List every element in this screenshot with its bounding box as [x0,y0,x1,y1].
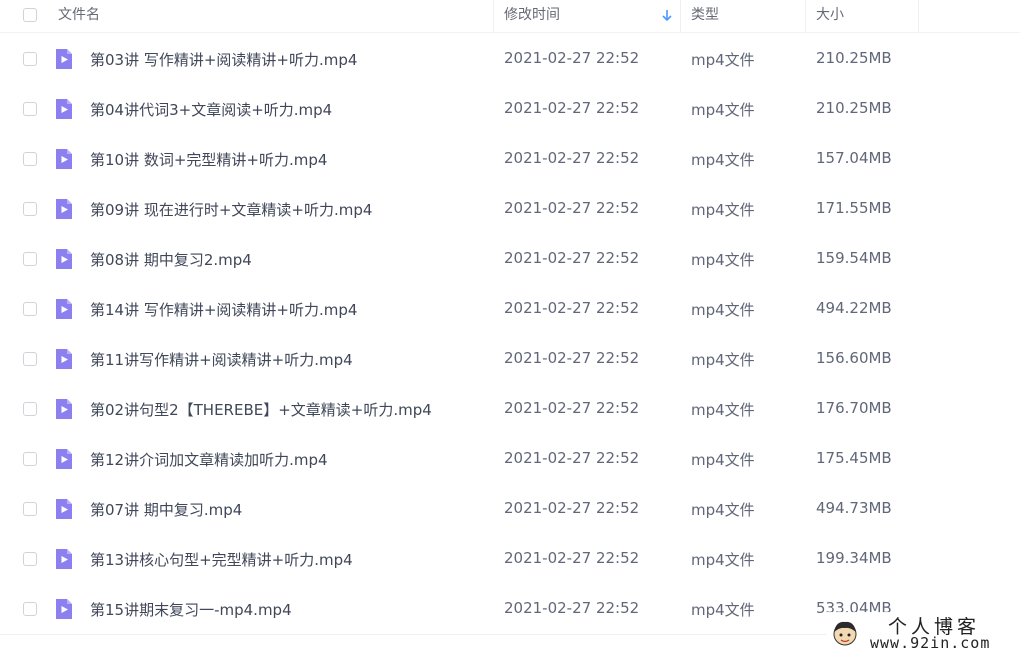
file-name-link[interactable]: 第14讲 写作精讲+阅读精讲+听力.mp4 [90,299,357,320]
video-file-icon [56,349,72,369]
video-file-icon [56,49,72,69]
table-row[interactable]: 第03讲 写作精讲+阅读精讲+听力.mp4 2021-02-27 22:52 mp4… [0,34,1020,84]
file-type: mp4文件 [691,151,755,169]
row-checkbox[interactable] [23,452,37,466]
modified-time: 2021-02-27 22:52 [504,49,640,67]
file-size: 494.73MB [816,499,892,517]
video-file-icon [56,299,72,319]
video-file-icon [56,199,72,219]
table-row[interactable]: 第02讲句型2【THEREBE】+文章精读+听力.mp4 2021-02-27 2… [0,384,1020,434]
file-name-link[interactable]: 第04讲代词3+文章阅读+听力.mp4 [90,99,332,120]
column-divider[interactable] [805,0,806,32]
file-type: mp4文件 [691,301,755,319]
modified-time: 2021-02-27 22:52 [504,549,640,567]
table-row[interactable]: 第12讲介词加文章精读加听力.mp4 2021-02-27 22:52 mp4文件 1… [0,434,1020,484]
modified-time: 2021-02-27 22:52 [504,599,640,617]
file-type: mp4文件 [691,601,755,619]
modified-time: 2021-02-27 22:52 [504,99,640,117]
file-name-link[interactable]: 第13讲核心句型+完型精讲+听力.mp4 [90,549,353,570]
file-type: mp4文件 [691,551,755,569]
file-size: 210.25MB [816,99,892,117]
video-file-icon [56,449,72,469]
table-row[interactable]: 第04讲代词3+文章阅读+听力.mp4 2021-02-27 22:52 mp4文件… [0,84,1020,134]
file-size: 199.34MB [816,549,892,567]
file-size: 494.22MB [816,299,892,317]
file-type: mp4文件 [691,351,755,369]
file-size: 175.45MB [816,449,892,467]
modified-time: 2021-02-27 22:52 [504,449,640,467]
table-row[interactable]: 第08讲 期中复习2.mp4 2021-02-27 22:52 mp4文件 159.5… [0,234,1020,284]
file-name-link[interactable]: 第09讲 现在进行时+文章精读+听力.mp4 [90,199,372,220]
column-divider[interactable] [680,0,681,32]
column-header-size[interactable]: 大小 [816,0,844,33]
row-checkbox[interactable] [23,302,37,316]
video-file-icon [56,599,72,619]
video-file-icon [56,149,72,169]
file-name-link[interactable]: 第15讲期末复习一-mp4.mp4 [90,599,292,620]
column-divider[interactable] [493,0,494,32]
file-size: 210.25MB [816,49,892,67]
file-type: mp4文件 [691,201,755,219]
column-header-modified[interactable]: 修改时间 [504,0,560,33]
modified-time: 2021-02-27 22:52 [504,499,640,517]
row-checkbox[interactable] [23,552,37,566]
select-all-checkbox[interactable] [23,8,37,22]
file-name-link[interactable]: 第11讲写作精讲+阅读精讲+听力.mp4 [90,349,353,370]
file-type: mp4文件 [691,51,755,69]
modified-time: 2021-02-27 22:52 [504,399,640,417]
watermark-url: www.92in.com [870,634,991,652]
cartoon-avatar-icon [833,621,857,646]
video-file-icon [56,99,72,119]
file-type: mp4文件 [691,501,755,519]
table-row[interactable]: 第10讲 数词+完型精讲+听力.mp4 2021-02-27 22:52 mp4文件… [0,134,1020,184]
modified-time: 2021-02-27 22:52 [504,149,640,167]
file-name-link[interactable]: 第07讲 期中复习.mp4 [90,499,242,520]
video-file-icon [56,249,72,269]
watermark: 个人博客 www.92in.com [826,612,1020,654]
file-size: 156.60MB [816,349,892,367]
table-row[interactable]: 第13讲核心句型+完型精讲+听力.mp4 2021-02-27 22:52 mp4文… [0,534,1020,584]
file-size: 171.55MB [816,199,892,217]
modified-time: 2021-02-27 22:52 [504,299,640,317]
row-checkbox[interactable] [23,152,37,166]
file-size: 176.70MB [816,399,892,417]
modified-time: 2021-02-27 22:52 [504,199,640,217]
file-name-link[interactable]: 第08讲 期中复习2.mp4 [90,249,252,270]
modified-time: 2021-02-27 22:52 [504,349,640,367]
header-divider [0,32,1020,33]
file-list-header: 文件名 修改时间 类型 大小 [0,0,1020,33]
row-checkbox[interactable] [23,102,37,116]
file-name-link[interactable]: 第10讲 数词+完型精讲+听力.mp4 [90,149,327,170]
video-file-icon [56,399,72,419]
table-row[interactable]: 第14讲 写作精讲+阅读精讲+听力.mp4 2021-02-27 22:52 mp4… [0,284,1020,334]
file-type: mp4文件 [691,401,755,419]
row-checkbox[interactable] [23,252,37,266]
file-name-link[interactable]: 第03讲 写作精讲+阅读精讲+听力.mp4 [90,49,357,70]
file-name-link[interactable]: 第02讲句型2【THEREBE】+文章精读+听力.mp4 [90,399,432,420]
file-name-link[interactable]: 第12讲介词加文章精读加听力.mp4 [90,449,328,470]
modified-time: 2021-02-27 22:52 [504,249,640,267]
column-divider[interactable] [918,0,919,32]
row-checkbox[interactable] [23,502,37,516]
video-file-icon [56,499,72,519]
table-row[interactable]: 第07讲 期中复习.mp4 2021-02-27 22:52 mp4文件 494.73… [0,484,1020,534]
table-row[interactable]: 第11讲写作精讲+阅读精讲+听力.mp4 2021-02-27 22:52 mp4文… [0,334,1020,384]
file-type: mp4文件 [691,451,755,469]
file-type: mp4文件 [691,251,755,269]
file-size: 159.54MB [816,249,892,267]
row-checkbox[interactable] [23,52,37,66]
column-header-type[interactable]: 类型 [691,0,719,33]
file-size: 157.04MB [816,149,892,167]
column-header-name[interactable]: 文件名 [58,0,100,33]
table-row[interactable]: 第09讲 现在进行时+文章精读+听力.mp4 2021-02-27 22:52 mp… [0,184,1020,234]
arrow-down-icon[interactable] [661,8,673,22]
row-checkbox[interactable] [23,202,37,216]
row-checkbox[interactable] [23,352,37,366]
row-checkbox[interactable] [23,602,37,616]
row-checkbox[interactable] [23,402,37,416]
file-list: 文件名 修改时间 类型 大小 第03讲 写作精讲+阅读精讲+听力.mp4 2021… [0,0,1020,654]
video-file-icon [56,549,72,569]
file-type: mp4文件 [691,101,755,119]
